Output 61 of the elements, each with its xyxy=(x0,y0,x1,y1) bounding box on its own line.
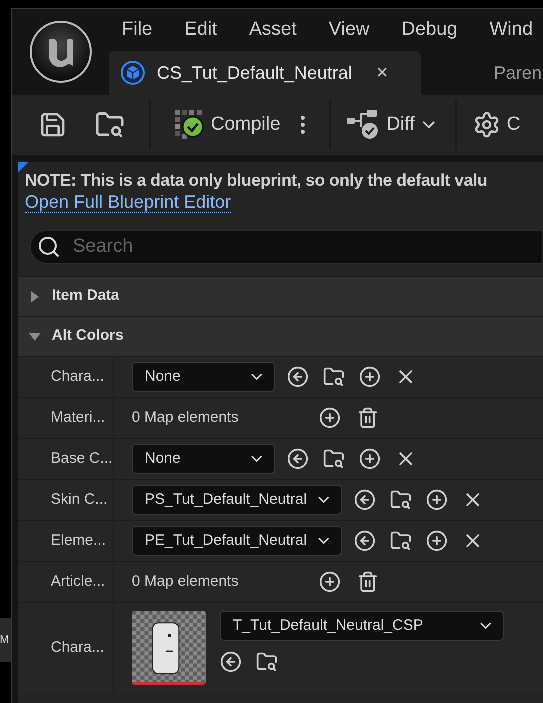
property-label: Chara... xyxy=(51,638,104,658)
add-icon[interactable] xyxy=(359,366,381,388)
trash-icon[interactable] xyxy=(357,407,379,429)
compile-button[interactable]: Compile xyxy=(175,110,281,140)
section-header[interactable]: Item Data xyxy=(18,276,543,316)
folder-search-icon[interactable] xyxy=(95,110,125,140)
arrow-left-icon[interactable] xyxy=(354,530,376,552)
section-title: Alt Colors xyxy=(52,326,124,346)
folder-search-icon[interactable] xyxy=(390,489,412,511)
section-header[interactable]: Alt Colors xyxy=(18,316,543,356)
add-icon[interactable] xyxy=(426,489,448,511)
window-label: M xyxy=(0,632,10,648)
arrow-left-icon[interactable] xyxy=(287,448,309,470)
asset-dropdown[interactable]: None xyxy=(132,444,275,474)
cube-icon xyxy=(121,61,145,85)
arrow-left-icon[interactable] xyxy=(220,651,242,673)
search-field[interactable]: Search xyxy=(30,230,543,264)
trash-icon[interactable] xyxy=(357,571,379,593)
asset-dropdown[interactable]: PE_Tut_Default_Neutral xyxy=(132,526,342,556)
folder-search-icon[interactable] xyxy=(323,366,345,388)
document-tab[interactable]: CS_Tut_Default_Neutral × xyxy=(109,51,421,95)
tab-close[interactable]: × xyxy=(376,58,388,88)
open-editor-link[interactable]: Open Full Blueprint Editor xyxy=(25,192,232,213)
section-title: Item Data xyxy=(52,286,120,306)
parent-class-label: Paren xyxy=(494,62,542,84)
settings-icon[interactable] xyxy=(472,111,501,139)
asset-dropdown[interactable]: PS_Tut_Default_Neutral xyxy=(132,485,342,515)
menu-item[interactable]: File xyxy=(122,16,153,44)
arrow-left-icon[interactable] xyxy=(287,366,309,388)
diff-button[interactable]: Diff xyxy=(346,110,439,140)
logo-icon[interactable] xyxy=(28,20,92,84)
map-count: 0 Map elements xyxy=(132,408,240,428)
menu-item[interactable]: Wind xyxy=(490,16,534,44)
save-icon[interactable] xyxy=(39,111,67,139)
add-icon[interactable] xyxy=(319,571,341,593)
folder-search-icon[interactable] xyxy=(390,530,412,552)
folder-search-icon[interactable] xyxy=(323,448,345,470)
property-label: Materi... xyxy=(51,408,106,428)
tab-title: CS_Tut_Default_Neutral xyxy=(157,62,352,84)
arrow-left-icon[interactable] xyxy=(354,489,376,511)
asset-dropdown[interactable]: None xyxy=(132,362,275,392)
menu-item[interactable]: Edit xyxy=(184,16,218,44)
menu-item[interactable]: View xyxy=(328,16,370,44)
property-label: Eleme... xyxy=(51,530,106,551)
property-label: Article... xyxy=(51,572,106,592)
menu-item[interactable]: Debug xyxy=(402,16,458,44)
property-label: Base C... xyxy=(51,448,113,469)
toolbar-label[interactable]: C xyxy=(506,110,521,140)
add-icon[interactable] xyxy=(359,448,381,470)
search-icon xyxy=(37,235,61,259)
data-only-note: NOTE: This is a data only blueprint, so only the default valu xyxy=(25,170,488,191)
asset-dropdown[interactable]: T_Tut_Default_Neutral_CSP xyxy=(220,611,504,641)
folder-search-icon[interactable] xyxy=(256,651,278,673)
map-count: 0 Map elements xyxy=(132,572,240,592)
add-icon[interactable] xyxy=(319,407,341,429)
menu-item[interactable]: Asset xyxy=(249,16,297,44)
property-label: Skin C... xyxy=(51,490,108,510)
corner-marker-icon xyxy=(18,162,29,173)
property-label: Chara... xyxy=(51,366,104,387)
compile-check-icon xyxy=(175,110,205,140)
add-icon[interactable] xyxy=(426,530,448,552)
